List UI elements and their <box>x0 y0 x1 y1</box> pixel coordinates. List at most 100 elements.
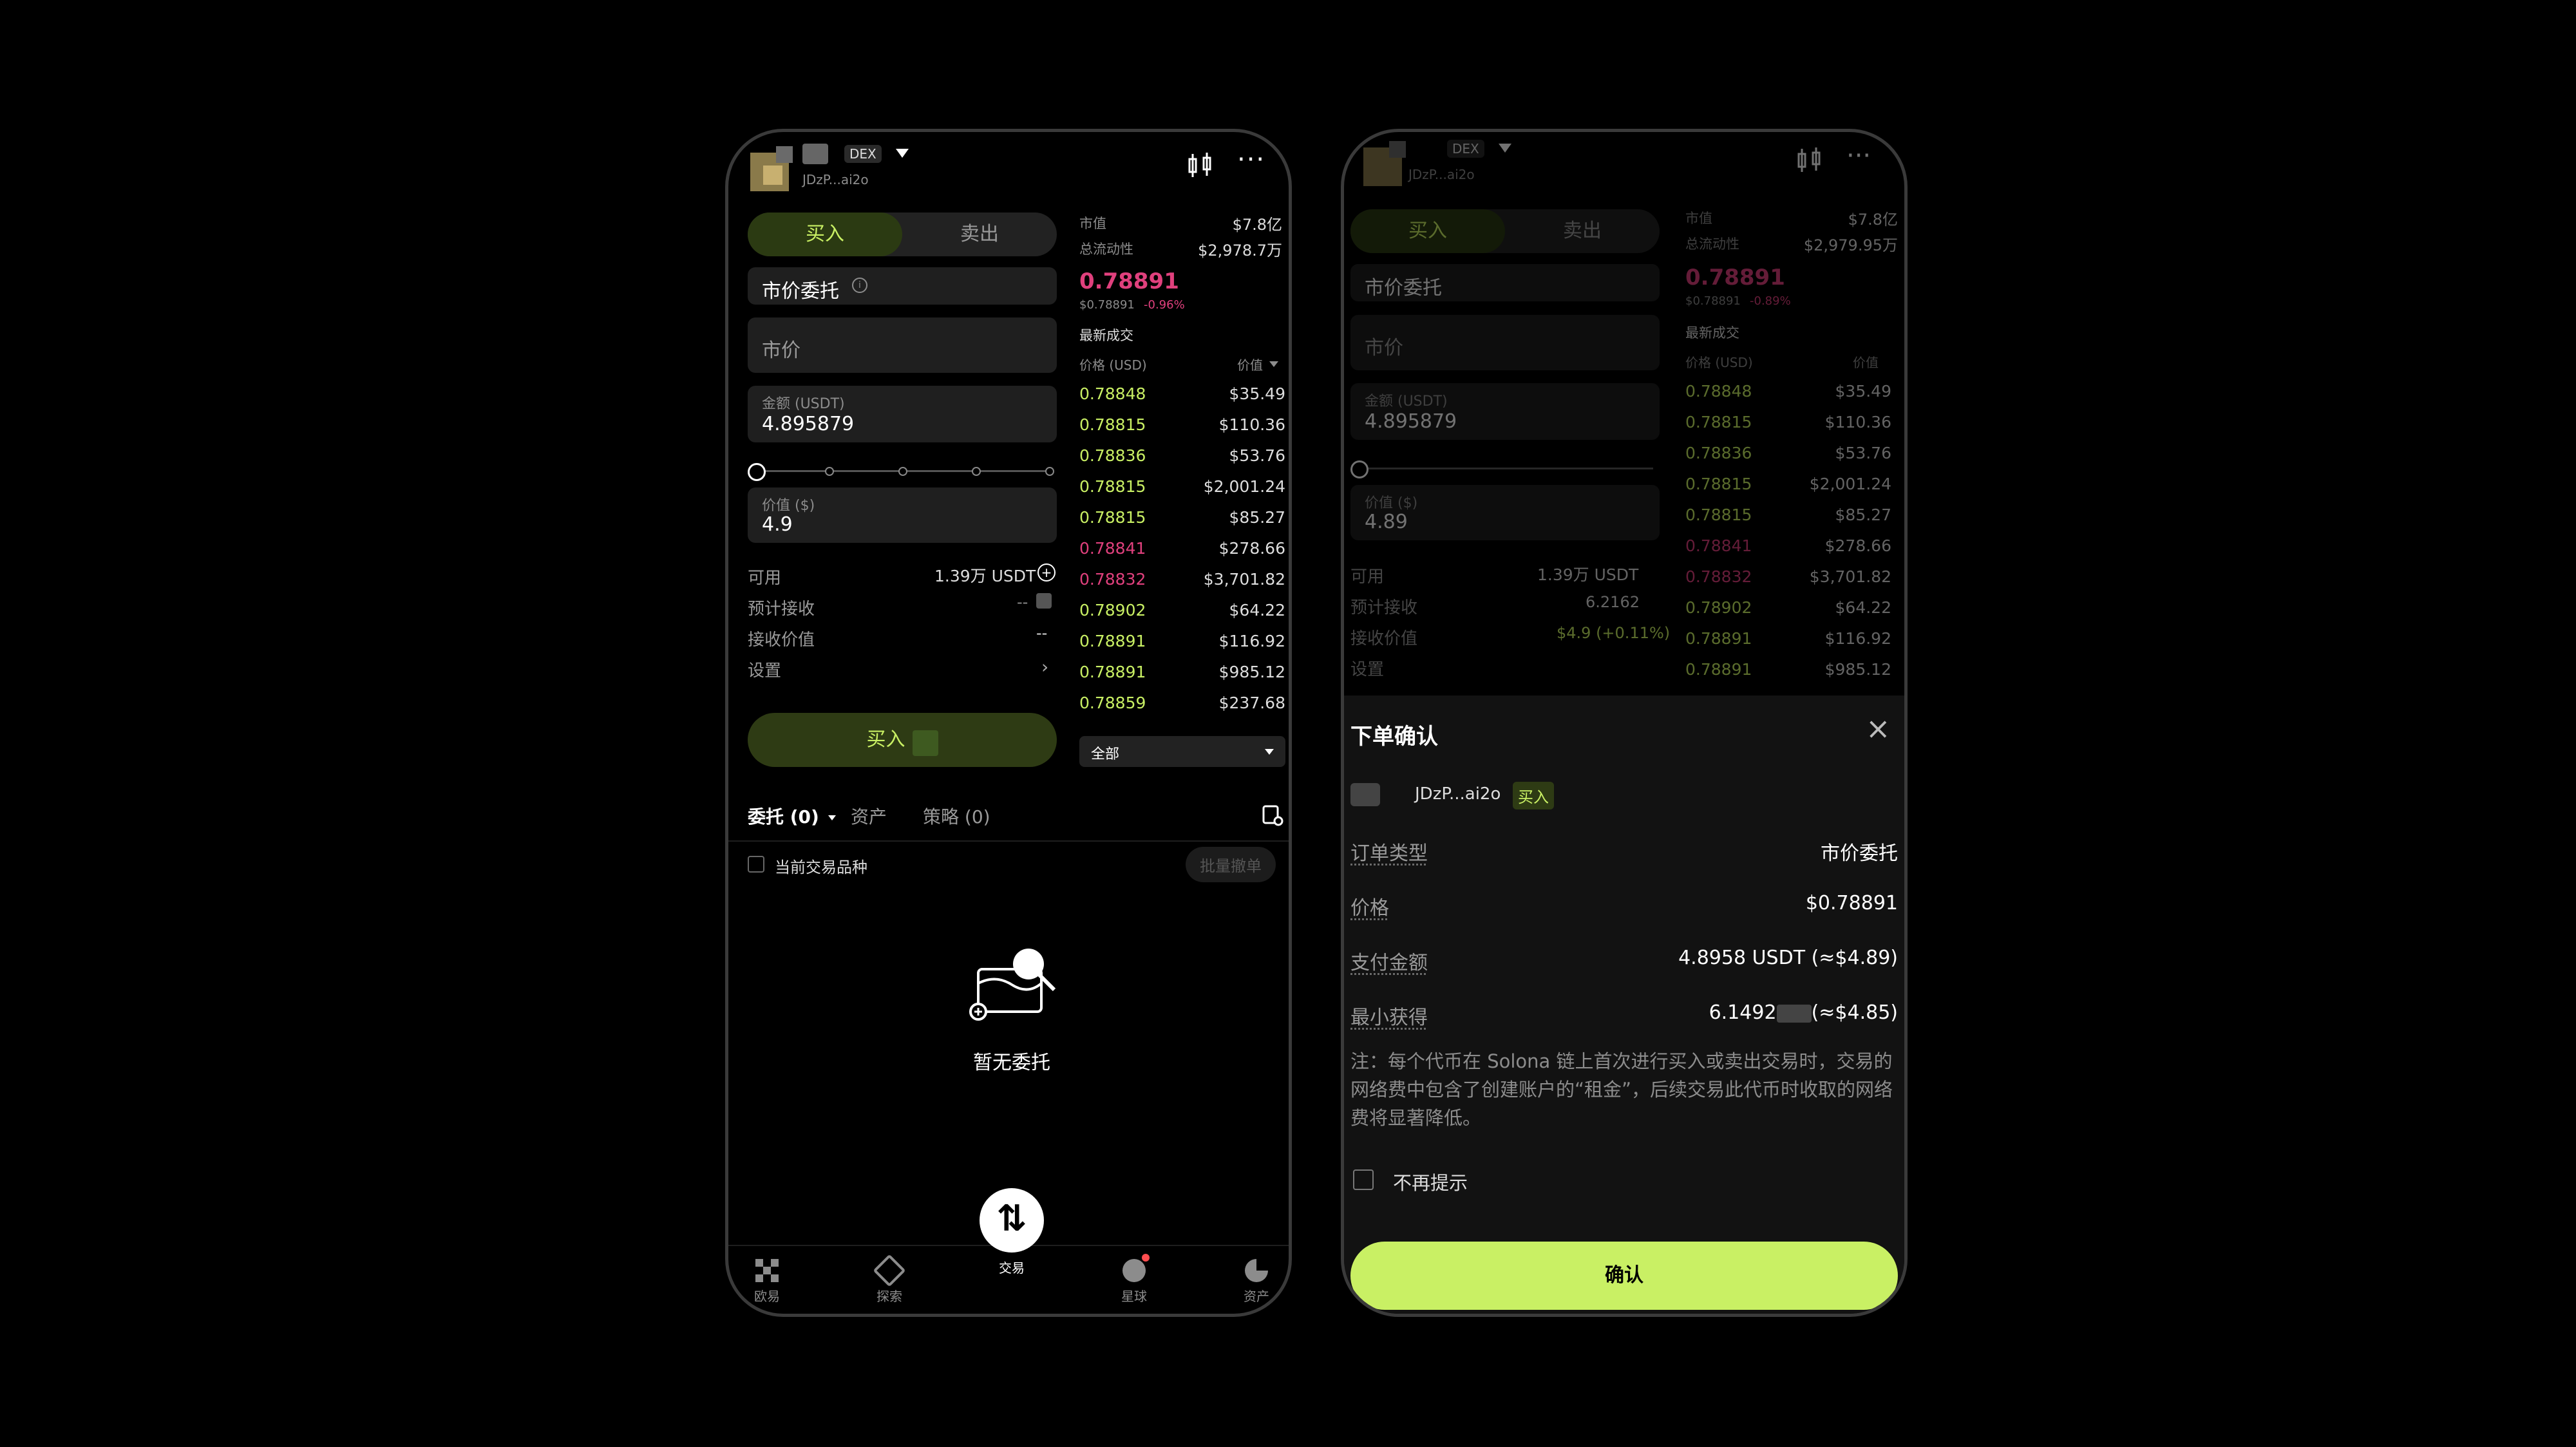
trade-price: 0.78841 <box>1079 539 1146 558</box>
dont-remind-checkbox[interactable] <box>1353 1169 1374 1190</box>
trade-price: 0.78891 <box>1079 632 1146 650</box>
trade-row: 0.78859 $237.68 <box>1079 694 1285 724</box>
trade-row: 0.78832 $3,701.82 <box>1685 567 1891 598</box>
nav-explore[interactable]: 探索 <box>851 1254 928 1305</box>
order-confirm-screen: DEX JDzP...ai2o ··· 买入 卖出 市价委托 市价 金额 (US… <box>1341 129 1908 1317</box>
order-type-select[interactable]: 市价委托 <box>1350 264 1660 301</box>
candlestick-chart-icon[interactable] <box>1795 146 1823 175</box>
price-input[interactable]: 市价 <box>1350 315 1660 370</box>
empty-orders-label: 暂无委托 <box>973 1052 1050 1074</box>
min-receive-usd: (≈$4.85) <box>1811 1001 1898 1024</box>
notification-dot <box>1142 1254 1150 1262</box>
trade-price: 0.78815 <box>1079 477 1146 496</box>
market-cap-label: 市值 <box>1685 211 1712 226</box>
nav-trade[interactable]: ⇅ 交易 <box>973 1188 1050 1276</box>
last-price: 0.78891 <box>1685 265 1785 290</box>
trade-value: $85.27 <box>1835 506 1891 524</box>
network-fee-note: 注：每个代币在 Solona 链上首次进行买入或卖出交易时，交易的网络费中包含了… <box>1350 1050 1893 1129</box>
trade-price: 0.78815 <box>1685 413 1752 431</box>
trade-value: $3,701.82 <box>1809 567 1891 586</box>
token-dropdown-icon[interactable] <box>1499 144 1511 153</box>
more-options-icon[interactable]: ··· <box>1237 147 1265 173</box>
current-pair-label: 当前交易品种 <box>775 858 867 876</box>
info-icon[interactable]: i <box>852 278 867 293</box>
trade-filter-select[interactable]: 全部 <box>1079 736 1285 767</box>
trade-row: 0.78891 $985.12 <box>1685 660 1891 691</box>
nav-okx-label: 欧易 <box>754 1289 780 1304</box>
side-badge: 买入 <box>1513 782 1554 809</box>
order-type-select[interactable]: 市价委托 i <box>748 267 1057 305</box>
empty-orders-icon <box>969 949 1056 1021</box>
trade-value: $985.12 <box>1218 663 1285 681</box>
token-symbol-blurred <box>912 730 938 756</box>
token-symbol-blurred <box>1776 1004 1812 1023</box>
trade-row: 0.78815 $2,001.24 <box>1685 475 1891 506</box>
nav-okx[interactable]: 欧易 <box>728 1259 806 1305</box>
sort-down-icon[interactable] <box>1269 361 1278 367</box>
more-options-icon[interactable]: ··· <box>1846 143 1871 169</box>
batch-cancel-button[interactable]: 批量撤单 <box>1186 847 1276 882</box>
order-type-key: 订单类型 <box>1350 842 1428 865</box>
trade-value: $985.12 <box>1824 660 1891 679</box>
current-pair-checkbox[interactable] <box>748 856 764 873</box>
buy-sell-toggle: 买入 卖出 <box>748 213 1057 256</box>
tab-sell[interactable]: 卖出 <box>1505 209 1660 253</box>
dex-badge: DEX <box>844 145 882 163</box>
trade-row: 0.78836 $53.76 <box>1685 444 1891 475</box>
token-dropdown-icon[interactable] <box>896 149 909 158</box>
pay-amount-value: 4.8958 USDT (≈$4.89) <box>1678 947 1898 969</box>
nav-planet[interactable]: 星球 <box>1095 1254 1173 1305</box>
tab-orders[interactable]: 委托 (0) <box>748 803 836 829</box>
candlestick-chart-icon[interactable] <box>1186 151 1214 180</box>
confirm-button-label: 确认 <box>1605 1264 1643 1287</box>
order-history-icon[interactable] <box>1262 804 1283 826</box>
tab-sell[interactable]: 卖出 <box>902 213 1057 256</box>
liquidity-label: 总流动性 <box>1079 241 1133 257</box>
trade-value: $2,001.24 <box>1809 475 1891 493</box>
explore-compass-icon <box>873 1254 906 1287</box>
price-change: -0.89% <box>1750 294 1791 308</box>
nav-assets-label: 资产 <box>1244 1289 1269 1304</box>
tab-buy[interactable]: 买入 <box>748 213 902 256</box>
trade-row: 0.78902 $64.22 <box>1079 601 1285 632</box>
price-placeholder: 市价 <box>1365 337 1403 359</box>
token-name-blurred <box>802 144 828 164</box>
tab-strategy[interactable]: 策略 (0) <box>923 803 990 829</box>
nav-assets[interactable]: 资产 <box>1218 1259 1289 1305</box>
trade-row: 0.78815 $110.36 <box>1685 413 1891 444</box>
trade-row: 0.78891 $985.12 <box>1079 663 1285 694</box>
col-price-header: 价格 (USD) <box>1685 355 1753 370</box>
trade-price: 0.78815 <box>1685 506 1752 524</box>
chevron-down-icon <box>828 815 836 820</box>
price-value: $0.78891 <box>1805 892 1898 914</box>
trade-price: 0.78859 <box>1079 694 1146 712</box>
token-avatar <box>750 146 795 191</box>
trade-row: 0.78815 $85.27 <box>1079 508 1285 539</box>
min-receive-key[interactable]: 最小获得 <box>1350 1001 1428 1030</box>
order-type-label: 市价委托 <box>762 280 839 303</box>
price-key[interactable]: 价格 <box>1350 892 1389 920</box>
confirm-button[interactable]: 确认 <box>1350 1242 1898 1310</box>
trade-row: 0.78841 $278.66 <box>1079 539 1285 570</box>
tab-assets[interactable]: 资产 <box>851 803 887 829</box>
trade-price: 0.78848 <box>1685 382 1752 401</box>
trade-value: $35.49 <box>1229 384 1285 403</box>
price-input[interactable]: 市价 <box>748 317 1057 373</box>
pay-amount-key[interactable]: 支付金额 <box>1350 947 1428 975</box>
trade-value: $64.22 <box>1229 601 1285 619</box>
trade-row: 0.78848 $35.49 <box>1079 384 1285 415</box>
tab-buy[interactable]: 买入 <box>1350 209 1505 253</box>
close-icon[interactable]: × <box>1866 712 1891 744</box>
divider <box>728 840 1289 842</box>
market-cap-value: $7.8亿 <box>1232 216 1282 234</box>
min-receive-amount: 6.1492 <box>1709 1001 1777 1024</box>
col-value-header[interactable]: 价值 <box>1853 352 1879 371</box>
trade-value: $237.68 <box>1218 694 1285 712</box>
price-row: 价格 $0.78891 <box>1350 892 1898 924</box>
trade-value: $85.27 <box>1229 508 1285 527</box>
col-value-header[interactable]: 价值 <box>1237 355 1263 374</box>
trade-value: $35.49 <box>1835 382 1891 401</box>
trade-row: 0.78841 $278.66 <box>1685 536 1891 567</box>
trade-value: $116.92 <box>1824 629 1891 648</box>
trade-price: 0.78815 <box>1079 415 1146 434</box>
